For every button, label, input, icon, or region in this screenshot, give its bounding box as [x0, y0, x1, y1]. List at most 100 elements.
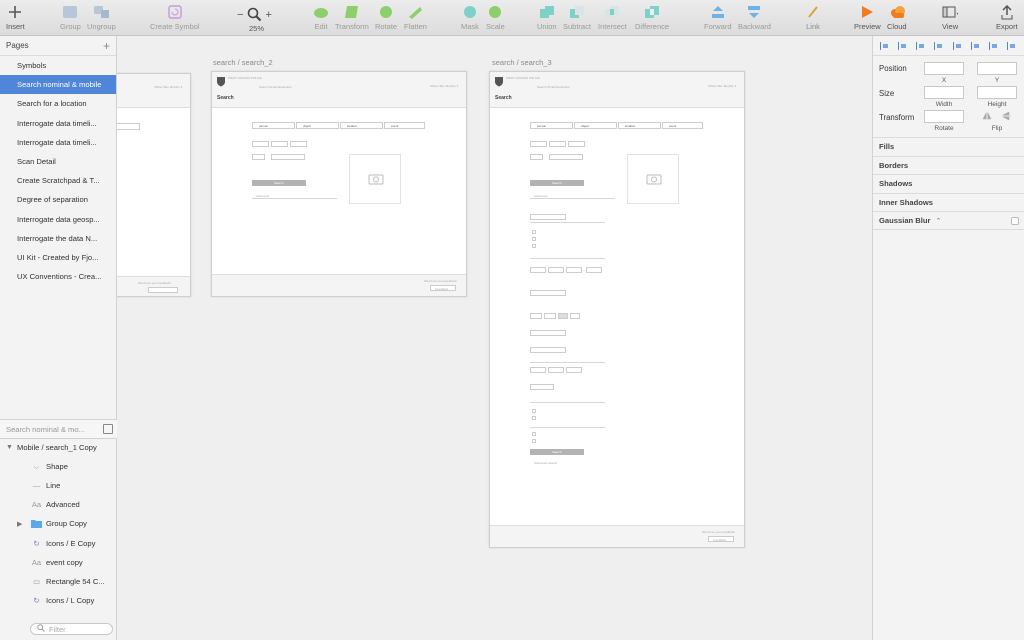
scale-button[interactable]: Scale — [486, 4, 505, 31]
link-button[interactable]: Link — [805, 4, 821, 31]
zoom-out-button[interactable]: − — [237, 9, 243, 21]
forward-button[interactable]: Forward — [704, 4, 732, 31]
zoom-control[interactable]: − + — [237, 6, 272, 24]
fills-section[interactable]: Fills — [873, 137, 1024, 156]
footer-button — [148, 287, 178, 293]
align-bottom-icon[interactable] — [970, 41, 981, 50]
page-item[interactable]: Scan Detail — [0, 152, 116, 171]
zoom-in-button[interactable]: + — [265, 9, 271, 21]
flip-vertical-icon[interactable] — [1002, 112, 1011, 120]
cloud-button[interactable]: Cloud — [887, 4, 907, 31]
align-left-icon[interactable] — [880, 41, 890, 50]
page-item-selected[interactable]: Search nominal & mobile — [0, 75, 116, 95]
page-item[interactable]: Degree of separation — [0, 190, 116, 209]
chevron-updown-icon[interactable]: ⌃ — [936, 218, 942, 225]
layer-row-artboard[interactable]: ▼ Mobile / search_1 Copy — [0, 438, 117, 457]
layer-row[interactable]: Aa Advanced — [0, 495, 117, 514]
shadows-section[interactable]: Shadows — [873, 174, 1024, 193]
export-button[interactable]: Export — [996, 4, 1018, 31]
symbol-icon — [167, 4, 183, 20]
disclosure-closed-icon[interactable]: ▶ — [17, 520, 22, 528]
width-input[interactable] — [924, 86, 964, 99]
form-field — [530, 367, 546, 373]
alignment-toolbar — [873, 36, 1024, 56]
align-center-icon[interactable] — [898, 41, 908, 50]
align-right-icon[interactable] — [916, 41, 926, 50]
page-item[interactable]: Interrogate the data N... — [0, 229, 116, 248]
select-field — [530, 347, 566, 353]
page-item[interactable]: Interrogate data timeli... — [0, 114, 116, 133]
create-symbol-button[interactable]: Create Symbol — [150, 4, 200, 31]
view-button[interactable]: View — [942, 4, 958, 31]
advanced-divider — [530, 198, 615, 199]
ungroup-button[interactable]: Ungroup — [87, 4, 116, 31]
subtract-button[interactable]: Subtract — [563, 4, 591, 31]
layer-search-input[interactable]: Search nominal & mo... — [0, 419, 117, 439]
tab-person: person — [252, 122, 295, 129]
artboard-search-1[interactable]: Officer Ben Murphy ▾ We'd love your feed… — [117, 73, 191, 297]
page-item[interactable]: Search for a location — [0, 94, 116, 113]
flatten-button[interactable]: Flatten — [404, 4, 427, 31]
page-item[interactable]: Interrogate data geosp... — [0, 210, 116, 229]
disclosure-open-icon[interactable]: ▼ — [6, 444, 13, 451]
page-list: Symbols Search nominal & mobile Search f… — [0, 56, 116, 286]
gaussian-blur-checkbox[interactable] — [1011, 217, 1019, 225]
folder-icon — [31, 519, 42, 529]
union-button[interactable]: Union — [537, 4, 557, 31]
page-item[interactable]: UX Conventions - Crea... — [0, 267, 116, 286]
form-field — [530, 141, 547, 147]
layer-row[interactable]: — Line — [0, 476, 117, 495]
select-field — [530, 330, 566, 336]
backward-button[interactable]: Backward — [738, 4, 771, 31]
nav-links: Search Scratchpad Help — [537, 85, 570, 89]
height-input[interactable] — [977, 86, 1017, 99]
layer-row[interactable]: ↻ Icons / L Copy — [0, 591, 117, 610]
rotate-button[interactable]: Rotate — [375, 4, 397, 31]
distribute-horizontal-icon[interactable] — [988, 41, 999, 50]
layer-row[interactable]: ▭ Rectangle 54 C... — [0, 572, 117, 591]
inner-shadows-section[interactable]: Inner Shadows — [873, 192, 1024, 212]
insert-button[interactable]: Insert — [6, 4, 25, 31]
canvas[interactable]: Officer Ben Murphy ▾ We'd love your feed… — [117, 36, 872, 640]
edit-button[interactable]: Edit — [313, 4, 329, 31]
layer-label: Icons / L Copy — [46, 596, 95, 606]
layer-row-group[interactable]: ▶ Group Copy — [0, 514, 117, 533]
ungroup-icon — [93, 4, 110, 20]
mask-button[interactable]: Mask — [461, 4, 479, 31]
position-y-input[interactable] — [977, 62, 1017, 75]
layer-row[interactable]: Aa event copy — [0, 553, 117, 572]
preview-button[interactable]: Preview — [854, 4, 881, 31]
layer-label: Shape — [46, 462, 68, 472]
artboard-title[interactable]: search / search_3 — [492, 58, 552, 67]
artboard-title[interactable]: search / search_2 — [213, 58, 273, 67]
difference-button[interactable]: Difference — [635, 4, 669, 31]
align-middle-icon[interactable] — [952, 41, 963, 50]
layer-row[interactable]: ⌵ Shape — [0, 457, 117, 476]
form-field — [544, 313, 556, 319]
forward-icon — [710, 4, 726, 20]
intersect-button[interactable]: Intersect — [598, 4, 627, 31]
camera-icon — [368, 174, 384, 185]
page-item[interactable]: UI Kit - Created by Fjo... — [0, 248, 116, 267]
position-x-input[interactable] — [924, 62, 964, 75]
form-field — [548, 267, 564, 273]
page-item[interactable]: Create Scratchpad & T... — [0, 171, 116, 190]
align-top-icon[interactable] — [934, 41, 944, 50]
page-item[interactable]: Interrogate data timeli... — [0, 133, 116, 152]
transform-button[interactable]: Transform — [335, 4, 369, 31]
distribute-vertical-icon[interactable] — [1006, 41, 1017, 50]
collapse-layers-icon[interactable] — [103, 424, 113, 434]
borders-section[interactable]: Borders — [873, 155, 1024, 175]
artboard-search-3[interactable]: WEST HIGGINS POLICE Search Scratchpad He… — [489, 71, 745, 548]
page-item[interactable]: Symbols — [0, 56, 116, 75]
gaussian-blur-section[interactable]: Gaussian Blur ⌃ — [873, 211, 1024, 230]
group-button[interactable]: Group — [60, 4, 81, 31]
layer-row[interactable]: ↻ Icons / E Copy — [0, 534, 117, 553]
checkbox — [532, 237, 536, 241]
artboard-search-2[interactable]: WEST HIGGINS POLICE Search Scratchpad He… — [211, 71, 467, 297]
add-page-button[interactable]: + — [103, 39, 110, 53]
rotate-input[interactable] — [924, 110, 964, 123]
flip-horizontal-icon[interactable] — [983, 112, 992, 120]
tab-object: object — [296, 122, 339, 129]
layer-filter-input[interactable]: Filter — [30, 623, 113, 635]
